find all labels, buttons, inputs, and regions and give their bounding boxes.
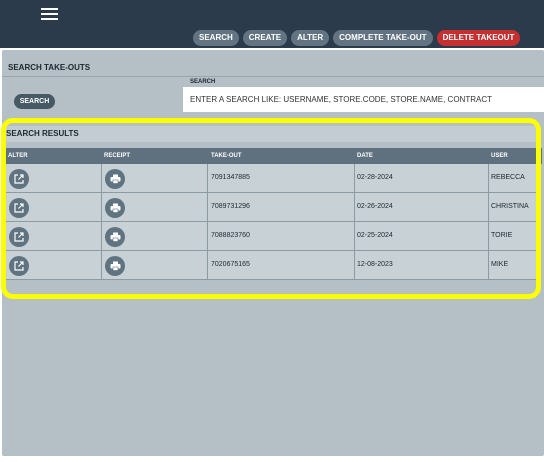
printer-icon[interactable] (105, 198, 125, 218)
divider (2, 76, 544, 77)
takeout-date: 02-25-2024 (357, 232, 393, 239)
search-section-title: SEARCH TAKE-OUTS (8, 63, 91, 72)
open-in-new-icon[interactable] (9, 169, 29, 189)
takeout-date: 02-26-2024 (357, 203, 393, 210)
top-bar: SEARCH CREATE ALTER COMPLETE TAKE-OUT DE… (0, 0, 544, 48)
takeout-number: 7091347885 (211, 174, 250, 181)
open-in-new-icon[interactable] (9, 256, 29, 276)
column-header-date: DATE (357, 153, 373, 159)
takeout-user: TORIE (491, 232, 513, 239)
takeout-number: 7020675165 (211, 261, 250, 268)
takeout-user: REBECCA (491, 174, 525, 181)
printer-icon[interactable] (105, 256, 125, 276)
table-row: 7091347885 02-28-2024 REBECCA (5, 164, 536, 193)
column-header-alter: ALTER (8, 153, 28, 159)
takeout-date: 02-28-2024 (357, 174, 393, 181)
takeout-user: MIKE (491, 261, 509, 268)
search-field-label: SEARCH (190, 79, 216, 85)
hamburger-menu-icon[interactable] (41, 8, 59, 22)
delete-takeout-button[interactable]: DELETE TAKEOUT (436, 30, 521, 46)
open-in-new-icon[interactable] (9, 227, 29, 247)
search-button[interactable]: SEARCH (193, 30, 239, 46)
takeout-user: CHRISTINA (491, 203, 529, 210)
table-header: ALTER RECEIPT TAKE-OUT DATE USER (5, 148, 542, 164)
table-row: 7089731296 02-26-2024 CHRISTINA (5, 193, 536, 222)
takeout-date: 12-08-2023 (357, 261, 393, 268)
printer-icon[interactable] (105, 227, 125, 247)
alter-button[interactable]: ALTER (291, 30, 330, 46)
table-row: 7020675165 12-08-2023 MIKE (5, 251, 536, 280)
search-input[interactable] (183, 87, 544, 112)
table-row: 7088823760 02-25-2024 TORIE (5, 222, 536, 251)
takeout-number: 7089731296 (211, 203, 250, 210)
complete-take-out-button[interactable]: COMPLETE TAKE-OUT (333, 30, 433, 46)
printer-icon[interactable] (105, 169, 125, 189)
toolbar: SEARCH CREATE ALTER COMPLETE TAKE-OUT DE… (193, 30, 521, 46)
results-header-bar (5, 126, 536, 142)
column-header-user: USER (491, 153, 508, 159)
takeout-number: 7088823760 (211, 232, 250, 239)
open-in-new-icon[interactable] (9, 198, 29, 218)
results-title: SEARCH RESULTS (6, 129, 79, 138)
column-header-take-out: TAKE-OUT (211, 153, 242, 159)
column-header-receipt: RECEIPT (104, 153, 131, 159)
create-button[interactable]: CREATE (242, 30, 288, 46)
search-submit-button[interactable]: SEARCH (14, 94, 55, 109)
